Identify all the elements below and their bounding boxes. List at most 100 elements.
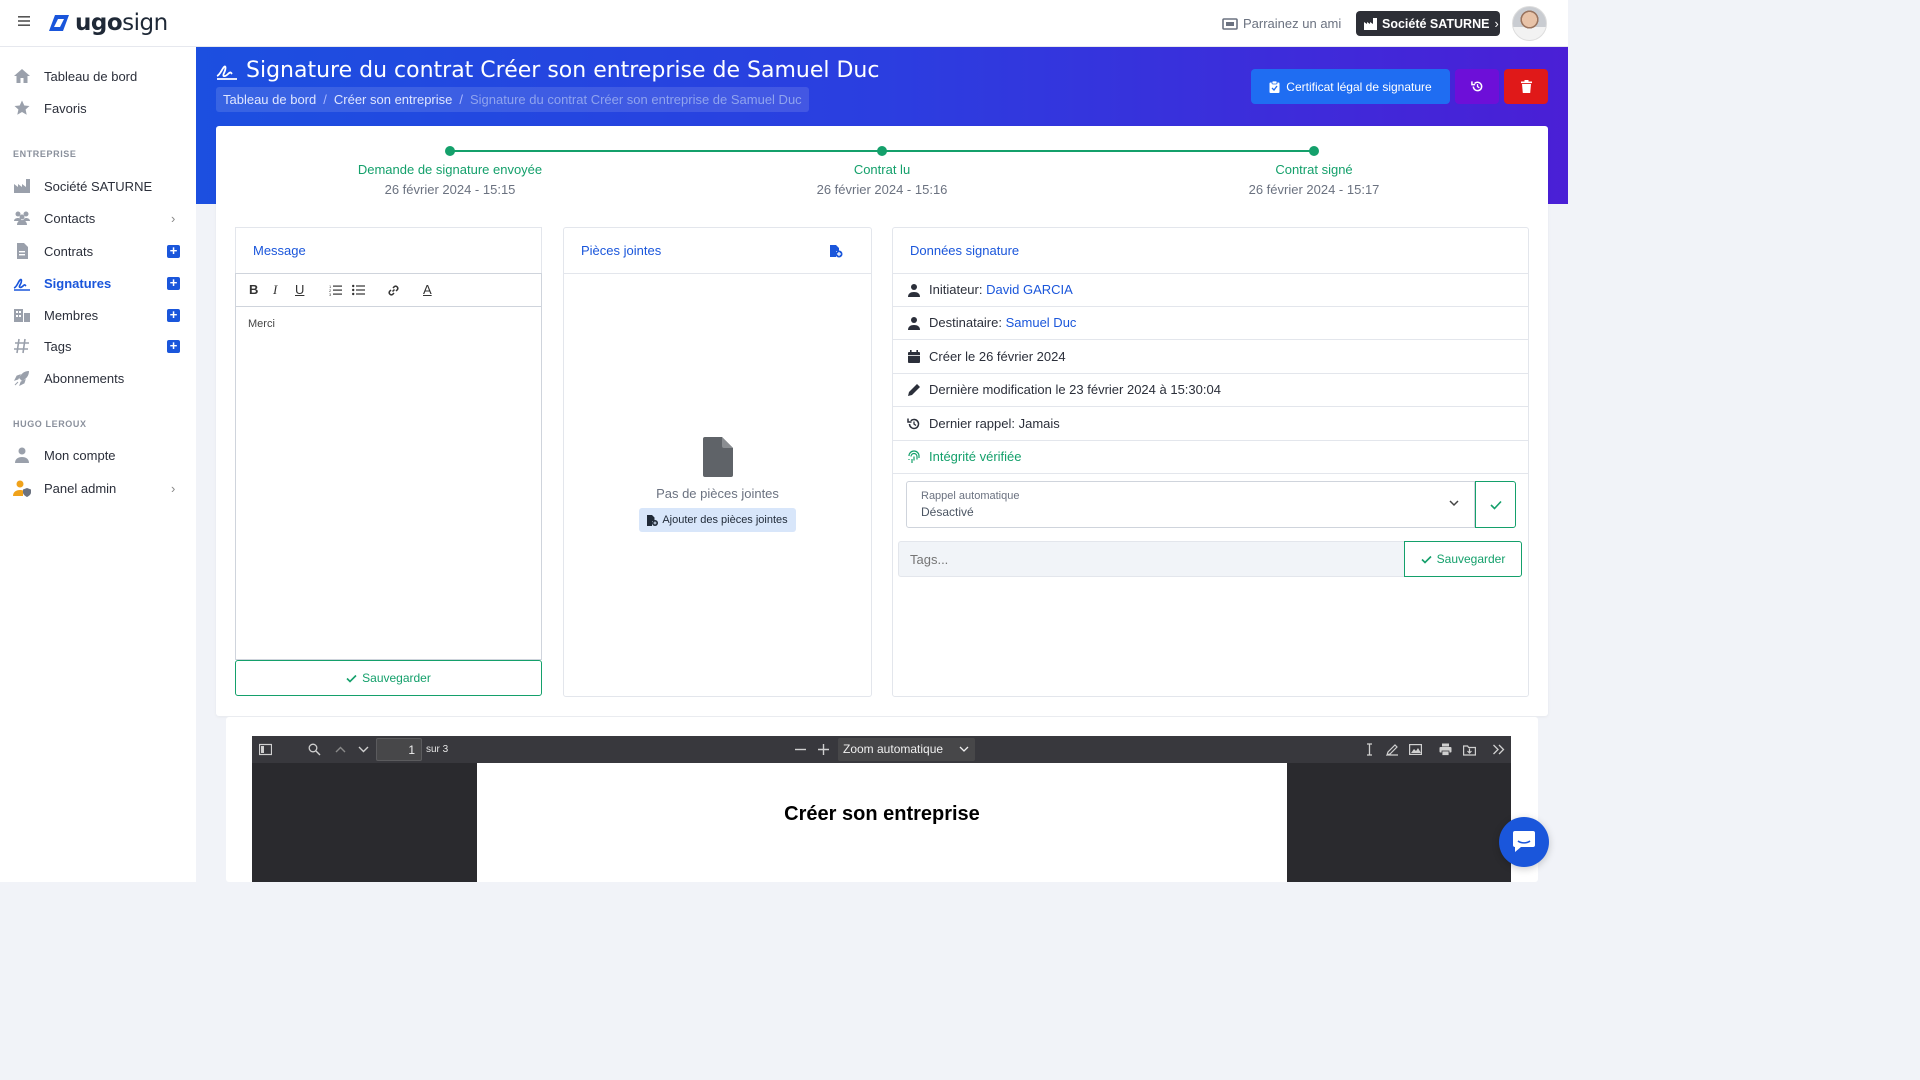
created-text: Créer le 26 février 2024 <box>929 349 1066 364</box>
initiator-label: Initiateur: <box>929 282 983 297</box>
attachments-title-text: Pièces jointes <box>581 243 662 258</box>
integrity-row: Intégrité vérifiée <box>893 440 1528 474</box>
add-member-icon[interactable]: + <box>167 308 180 322</box>
page-number-input[interactable]: 1 <box>376 738 422 761</box>
sidebar-item-members[interactable]: Membres + <box>0 301 196 329</box>
more-tools-icon[interactable] <box>1492 743 1505 756</box>
svg-text:3: 3 <box>329 292 332 296</box>
sidebar-section-user: HUGO LEROUX <box>13 419 87 429</box>
confirm-reminder-button[interactable] <box>1475 481 1516 528</box>
sidebar-item-label: Favoris <box>44 100 87 116</box>
breadcrumb-item-dashboard[interactable]: Tableau de bord <box>223 92 316 107</box>
sidebar-item-signatures[interactable]: Signatures + <box>0 269 196 297</box>
breadcrumb-item-contract[interactable]: Créer son entreprise <box>334 92 453 107</box>
file-add-icon[interactable] <box>829 244 843 258</box>
timeline-step-dot <box>877 146 887 156</box>
signature-icon <box>216 65 237 80</box>
sidebar-item-contracts[interactable]: Contrats + <box>0 237 196 265</box>
save-tags-button[interactable]: Sauvegarder <box>1404 541 1522 577</box>
chevron-right-icon: › <box>171 480 176 496</box>
add-tag-icon[interactable]: + <box>167 339 180 353</box>
sidebar-item-label: Mon compte <box>44 447 116 463</box>
no-attachments-text: Pas de pièces jointes <box>656 486 779 501</box>
sidebar-item-tags[interactable]: Tags + <box>0 332 196 360</box>
sidebar-toggle-icon[interactable] <box>259 743 272 756</box>
user-avatar[interactable] <box>1512 6 1547 41</box>
zoom-out-icon[interactable] <box>794 743 807 756</box>
sidebar-item-admin-panel[interactable]: Panel admin › <box>0 474 196 502</box>
auto-reminder-label: Rappel automatique <box>921 490 1020 502</box>
auto-reminder-select[interactable]: Rappel automatique Désactivé <box>906 481 1475 528</box>
draw-icon[interactable] <box>1386 743 1399 756</box>
signature-icon <box>13 278 30 291</box>
sidebar-item-favorites[interactable]: Favoris <box>0 94 196 122</box>
history-button[interactable] <box>1455 69 1499 104</box>
save-message-button[interactable]: Sauvegarder <box>235 660 542 696</box>
add-contract-icon[interactable]: + <box>167 244 180 258</box>
timeline-step-label: Contrat lu <box>853 162 911 177</box>
empty-file-icon <box>703 437 733 477</box>
chevron-right-icon: › <box>1494 16 1499 31</box>
chat-support-button[interactable] <box>1499 817 1549 867</box>
add-signature-icon[interactable]: + <box>167 276 180 290</box>
bullet-list-icon[interactable] <box>352 284 365 296</box>
tags-input[interactable] <box>898 541 1405 577</box>
page-title-text: Signature du contrat Créer son entrepris… <box>246 58 880 83</box>
sidebar-item-label: Signatures <box>44 275 112 291</box>
italic-button[interactable]: I <box>273 282 277 298</box>
bold-button[interactable]: B <box>249 282 258 297</box>
sidebar-item-dashboard[interactable]: Tableau de bord <box>0 62 196 90</box>
print-icon[interactable] <box>1439 743 1452 756</box>
sidebar-item-label: Panel admin <box>44 480 117 496</box>
chevron-up-icon[interactable] <box>334 743 347 756</box>
text-select-icon[interactable] <box>1363 743 1376 756</box>
pdf-document-title: Créer son entreprise <box>784 803 980 825</box>
rich-text-toolbar: B I U 123 A <box>235 273 542 307</box>
underline-button[interactable]: U <box>295 282 304 297</box>
link-icon[interactable] <box>387 284 400 297</box>
clipboard-check-icon <box>1269 80 1280 93</box>
app-logo[interactable]: ugo sign <box>49 10 168 36</box>
chevron-down-icon[interactable] <box>357 743 370 756</box>
add-attachments-button[interactable]: Ajouter des pièces jointes <box>639 508 796 532</box>
last-reminder-text: Dernier rappel: Jamais <box>929 416 1060 431</box>
breadcrumb-separator: / <box>323 92 327 107</box>
recipient-link[interactable]: Samuel Duc <box>1006 315 1077 330</box>
sidebar-item-subscriptions[interactable]: Abonnements <box>0 364 196 392</box>
download-icon[interactable] <box>1463 743 1476 756</box>
attachments-panel-title: Pièces jointes <box>564 228 871 274</box>
sidebar-item-label: Contrats <box>44 243 94 259</box>
company-switcher-button[interactable]: Société SATURNE › <box>1356 11 1500 36</box>
sidebar-item-my-account[interactable]: Mon compte <box>0 441 196 469</box>
image-icon[interactable] <box>1409 743 1422 756</box>
initiator-link[interactable]: David GARCIA <box>986 282 1073 297</box>
file-add-icon <box>647 514 659 526</box>
logo-light-text: sign <box>122 10 168 36</box>
history-icon <box>907 418 920 429</box>
search-icon[interactable] <box>308 743 321 756</box>
factory-icon <box>14 179 30 193</box>
refer-friend-link[interactable]: Parrainez un ami <box>1222 16 1341 31</box>
chat-icon <box>1513 831 1535 852</box>
menu-icon[interactable] <box>17 14 31 28</box>
zoom-in-icon[interactable] <box>817 743 830 756</box>
ordered-list-icon[interactable]: 123 <box>329 284 342 296</box>
message-editor[interactable]: Merci <box>235 306 542 660</box>
delete-button[interactable] <box>1504 69 1548 104</box>
user-icon <box>15 447 29 463</box>
user-icon <box>908 283 920 297</box>
users-icon <box>14 211 30 225</box>
timeline-step-label: Demande de signature envoyée <box>357 162 543 177</box>
user-icon <box>908 316 920 330</box>
breadcrumb: Tableau de bord / Créer son entreprise /… <box>216 87 809 112</box>
zoom-select[interactable]: Zoom automatique <box>838 738 975 761</box>
sidebar-item-company[interactable]: Société SATURNE <box>0 172 196 200</box>
sidebar-item-label: Société SATURNE <box>44 178 153 194</box>
legal-certificate-button[interactable]: Certificat légal de signature <box>1251 69 1450 104</box>
breadcrumb-separator: / <box>459 92 463 107</box>
timeline-step-dot <box>1309 146 1319 156</box>
user-shield-icon <box>13 480 31 497</box>
text-color-button[interactable]: A <box>423 282 432 297</box>
sidebar-item-label: Membres <box>44 307 99 323</box>
sidebar-item-contacts[interactable]: Contacts › <box>0 204 196 232</box>
